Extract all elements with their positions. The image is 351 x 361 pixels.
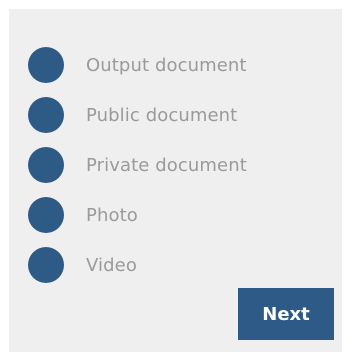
option-public-document[interactable]: Public document — [28, 90, 247, 140]
option-private-document[interactable]: Private document — [28, 140, 247, 190]
option-label: Video — [86, 254, 137, 276]
next-button[interactable]: Next — [238, 288, 334, 340]
option-label: Photo — [86, 204, 138, 226]
option-photo[interactable]: Photo — [28, 190, 247, 240]
document-type-options: Output document Public document Private … — [28, 40, 247, 290]
radio-circle-icon[interactable] — [28, 197, 64, 233]
radio-circle-icon[interactable] — [28, 247, 64, 283]
option-output-document[interactable]: Output document — [28, 40, 247, 90]
radio-circle-icon[interactable] — [28, 147, 64, 183]
option-label: Public document — [86, 104, 238, 126]
option-label: Output document — [86, 54, 247, 76]
radio-circle-icon[interactable] — [28, 97, 64, 133]
document-type-panel: Output document Public document Private … — [9, 9, 342, 352]
radio-circle-icon[interactable] — [28, 47, 64, 83]
option-label: Private document — [86, 154, 247, 176]
option-video[interactable]: Video — [28, 240, 247, 290]
